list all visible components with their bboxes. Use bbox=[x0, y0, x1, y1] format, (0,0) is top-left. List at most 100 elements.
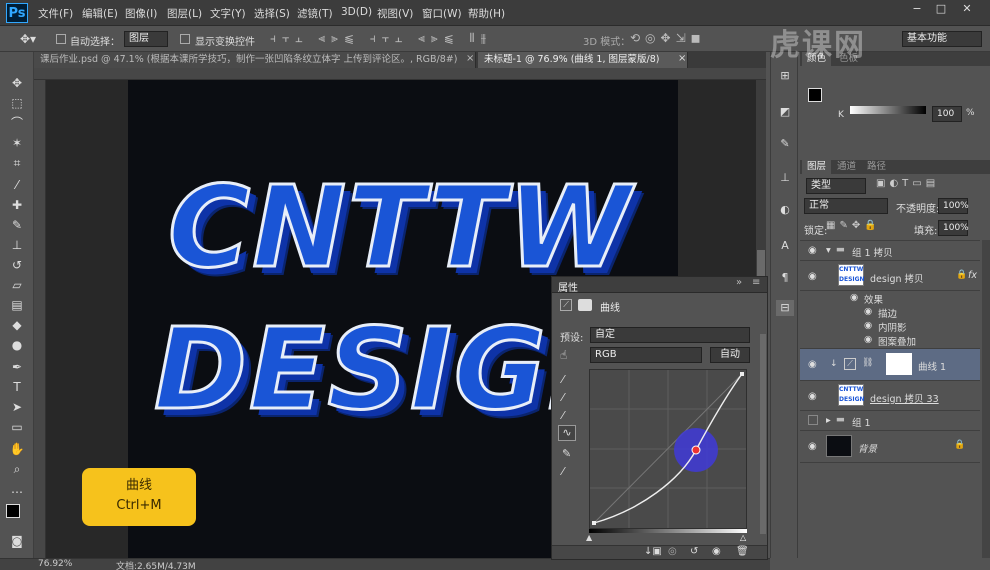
layer-mask-thumbnail[interactable] bbox=[886, 353, 912, 375]
clip-to-layer-icon[interactable]: ↓▣ bbox=[644, 546, 662, 557]
opacity-value[interactable]: 100% bbox=[938, 198, 969, 214]
properties-scrollbar[interactable] bbox=[760, 334, 766, 534]
type-tool-icon[interactable]: T bbox=[7, 378, 27, 396]
tab-close-icon[interactable]: × bbox=[678, 53, 686, 64]
collapse-arrow-icon[interactable]: ▸ bbox=[826, 415, 831, 426]
workspace-dropdown[interactable]: 基本功能 bbox=[902, 31, 982, 47]
menu-layer[interactable]: 图层(L) bbox=[167, 6, 202, 21]
sample-white-icon[interactable]: ⁄ bbox=[562, 409, 564, 422]
more-tools-icon[interactable]: … bbox=[7, 480, 27, 498]
crop-tool-icon[interactable]: ⌗ bbox=[7, 154, 27, 172]
auto-button[interactable]: 自动 bbox=[710, 347, 750, 363]
layer-effects[interactable]: ◉ 效果 bbox=[800, 291, 980, 306]
effect-inner-shadow[interactable]: ◉ 内阴影 bbox=[800, 319, 980, 334]
minimize-button[interactable]: − bbox=[906, 2, 928, 18]
adjustments-panel-icon[interactable]: ◐ bbox=[776, 202, 794, 218]
paragraph-panel-icon[interactable]: ¶ bbox=[776, 270, 794, 286]
layer-design-copy-33[interactable]: ◉ CNTTW DESIGN design 拷贝 33 bbox=[800, 381, 980, 411]
move-tool-icon[interactable]: ✥ bbox=[7, 74, 27, 92]
shape-tool-icon[interactable]: ▭ bbox=[7, 418, 27, 436]
hand-tool-icon[interactable]: ✋ bbox=[7, 440, 27, 458]
tab-layers[interactable]: 图层 bbox=[802, 160, 832, 174]
auto-select-checkbox[interactable] bbox=[56, 34, 66, 44]
brush-panel-icon[interactable]: ✎ bbox=[776, 136, 794, 152]
effects-eye-icon[interactable]: ◉ bbox=[850, 292, 858, 303]
zoom-tool-icon[interactable]: ⌕ bbox=[7, 460, 27, 478]
tab-document-2[interactable]: 未标题-1 @ 76.9% (曲线 1, 图层蒙版/8) bbox=[478, 52, 688, 68]
eye-icon[interactable]: ◉ bbox=[808, 441, 817, 452]
auto-select-dropdown[interactable]: 图层 bbox=[124, 31, 168, 47]
brush-tool-icon[interactable]: ✎ bbox=[7, 216, 27, 234]
layers-scrollbar[interactable] bbox=[982, 240, 990, 558]
visibility-icon[interactable]: ◉ bbox=[712, 546, 721, 557]
menu-image[interactable]: 图像(I) bbox=[125, 6, 157, 21]
eyedropper-icon[interactable]: ⁄ bbox=[7, 176, 27, 194]
healing-brush-icon[interactable]: ✚ bbox=[7, 196, 27, 214]
fx-badge[interactable]: fx bbox=[968, 270, 977, 281]
white-point-slider[interactable]: △ bbox=[740, 533, 746, 542]
properties-tab[interactable]: 属性 bbox=[558, 279, 578, 294]
move-tool-icon[interactable]: ✥▾ bbox=[20, 32, 36, 46]
visibility-empty[interactable] bbox=[808, 415, 818, 425]
eraser-tool-icon[interactable]: ▱ bbox=[7, 276, 27, 294]
pencil-draw-icon[interactable]: ✎ bbox=[562, 447, 571, 460]
3d-mode-icons[interactable]: ⟲◎✥⇲◼ bbox=[630, 31, 706, 45]
layer-kind-filter[interactable]: 类型 bbox=[806, 178, 866, 194]
tab-close-icon[interactable]: × bbox=[466, 53, 474, 64]
effect-eye-icon[interactable]: ◉ bbox=[864, 334, 872, 345]
link-icon[interactable]: ⛓ bbox=[862, 358, 873, 368]
k-slider[interactable] bbox=[850, 106, 926, 114]
close-button[interactable]: ✕ bbox=[956, 2, 978, 18]
filter-icons[interactable]: ▣◐T▭▤ bbox=[876, 178, 939, 189]
layer-group-1[interactable]: ▸ ▬ 组 1 bbox=[800, 411, 980, 431]
curves-adjustment-icon[interactable]: ⟋ bbox=[560, 299, 572, 311]
effect-pattern-overlay[interactable]: ◉ 图案叠加 bbox=[800, 333, 980, 349]
dodge-tool-icon[interactable]: ● bbox=[7, 336, 27, 354]
fill-value[interactable]: 100% bbox=[938, 220, 969, 236]
sample-gray-icon[interactable]: ⁄ bbox=[562, 391, 564, 404]
character-panel-icon[interactable]: A bbox=[776, 238, 794, 254]
eye-icon[interactable]: ◉ bbox=[808, 245, 817, 256]
curves-graph[interactable] bbox=[589, 369, 747, 529]
channel-dropdown[interactable]: RGB bbox=[590, 347, 702, 363]
effect-stroke[interactable]: ◉ 描边 bbox=[800, 305, 980, 320]
menu-window[interactable]: 窗口(W) bbox=[422, 6, 462, 21]
panel-menu-icon[interactable]: ≡ bbox=[752, 277, 760, 288]
maximize-button[interactable]: □ bbox=[930, 2, 952, 18]
history-brush-icon[interactable]: ↺ bbox=[7, 256, 27, 274]
tab-channels[interactable]: 通道 bbox=[832, 160, 861, 174]
k-value[interactable]: 100 bbox=[932, 106, 962, 122]
smooth-icon[interactable]: ⁄ bbox=[562, 465, 564, 478]
eye-icon[interactable]: ◉ bbox=[808, 359, 817, 370]
menu-view[interactable]: 视图(V) bbox=[377, 6, 413, 21]
show-transform-checkbox[interactable] bbox=[180, 34, 190, 44]
layer-background[interactable]: ◉ 背景 🔒 bbox=[800, 431, 980, 463]
effect-eye-icon[interactable]: ◉ bbox=[864, 306, 872, 317]
stamp-tool-icon[interactable]: ⊥ bbox=[7, 236, 27, 254]
delete-icon[interactable]: 🗑 bbox=[736, 546, 749, 557]
blur-tool-icon[interactable]: ◆ bbox=[7, 316, 27, 334]
menu-type[interactable]: 文字(Y) bbox=[210, 6, 246, 21]
layer-group-copy[interactable]: ◉ ▾ ▬ 组 1 拷贝 bbox=[800, 241, 980, 261]
clone-panel-icon[interactable]: ⊥ bbox=[776, 170, 794, 186]
lock-icons[interactable]: ▦✎✥🔒 bbox=[826, 220, 881, 231]
effect-eye-icon[interactable]: ◉ bbox=[864, 320, 872, 331]
lasso-tool-icon[interactable]: ⌒ bbox=[7, 114, 27, 132]
layer-curves-selected[interactable]: ◉ ↓ ⟋ ⛓ 曲线 1 bbox=[800, 349, 980, 381]
history-panel-icon[interactable]: ⊞ bbox=[776, 68, 794, 84]
expand-arrow-icon[interactable]: ▾ bbox=[826, 245, 831, 256]
align-icons[interactable]: ⫞⫟⫠ ⫷⫸⫹ ⫞⫟⫠ ⫷⫸⫹ ⫴⫵ bbox=[270, 31, 492, 46]
mask-icon[interactable] bbox=[578, 299, 592, 311]
preset-dropdown[interactable]: 自定 bbox=[590, 327, 750, 343]
magic-wand-icon[interactable]: ✶ bbox=[7, 134, 27, 152]
swatches-panel-icon[interactable]: ◩ bbox=[776, 104, 794, 120]
menu-file[interactable]: 文件(F) bbox=[38, 6, 73, 21]
gradient-tool-icon[interactable]: ▤ bbox=[7, 296, 27, 314]
menu-help[interactable]: 帮助(H) bbox=[468, 6, 505, 21]
properties-panel-icon[interactable]: ⊟ bbox=[776, 300, 794, 316]
layer-design-copy[interactable]: ◉ CNTTW DESIGN design 拷贝 🔒 fx bbox=[800, 261, 980, 291]
quick-mask-icon[interactable]: ◙ bbox=[7, 532, 27, 550]
marquee-tool-icon[interactable]: ⬚ bbox=[7, 94, 27, 112]
menu-3d[interactable]: 3D(D) bbox=[341, 6, 372, 18]
path-select-icon[interactable]: ➤ bbox=[7, 398, 27, 416]
